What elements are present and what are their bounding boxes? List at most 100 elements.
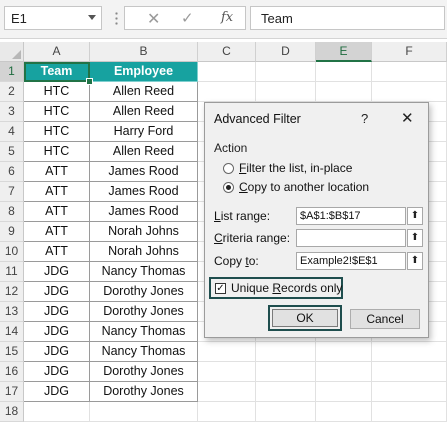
drag-handle[interactable] (115, 11, 118, 25)
unique-records-checkbox[interactable]: ✓ (215, 283, 226, 294)
cell-d1[interactable] (256, 62, 316, 82)
table-cell[interactable]: Allen Reed (90, 102, 198, 122)
criteria-range-collapse-icon[interactable]: ⬆ (407, 229, 423, 247)
table-cell[interactable]: Harry Ford (90, 122, 198, 142)
fill-handle[interactable] (86, 78, 93, 85)
cell-e17[interactable] (316, 382, 372, 402)
row-header-12[interactable]: 12 (0, 282, 24, 302)
row-header-16[interactable]: 16 (0, 362, 24, 382)
table-cell[interactable]: ATT (24, 242, 90, 262)
select-all-button[interactable] (0, 42, 24, 62)
list-range-collapse-icon[interactable]: ⬆ (407, 207, 423, 225)
row-header-6[interactable]: 6 (0, 162, 24, 182)
cell-e2[interactable] (316, 82, 372, 102)
table-cell[interactable]: Norah Johns (90, 222, 198, 242)
table-cell[interactable]: Nancy Thomas (90, 322, 198, 342)
cell-f18[interactable] (372, 402, 447, 422)
table-cell[interactable]: JDG (24, 342, 90, 362)
row-header-13[interactable]: 13 (0, 302, 24, 322)
table-cell[interactable]: HTC (24, 122, 90, 142)
column-header-d[interactable]: D (256, 42, 316, 62)
table-cell[interactable]: James Rood (90, 182, 198, 202)
row-header-15[interactable]: 15 (0, 342, 24, 362)
table-cell[interactable]: Dorothy Jones (90, 282, 198, 302)
cell-e18[interactable] (316, 402, 372, 422)
column-header-b[interactable]: B (90, 42, 198, 62)
table-cell[interactable]: ATT (24, 162, 90, 182)
cell-c16[interactable] (198, 362, 256, 382)
cell-e16[interactable] (316, 362, 372, 382)
cell-c17[interactable] (198, 382, 256, 402)
copy-to-location-radio[interactable] (223, 182, 234, 193)
row-header-18[interactable]: 18 (0, 402, 24, 422)
table-cell[interactable]: JDG (24, 382, 90, 402)
close-icon[interactable]: ✕ (401, 109, 414, 127)
table-cell[interactable]: HTC (24, 82, 90, 102)
row-header-10[interactable]: 10 (0, 242, 24, 262)
cell-e1[interactable] (316, 62, 372, 82)
table-cell[interactable]: Nancy Thomas (90, 342, 198, 362)
ok-button[interactable]: OK (272, 309, 338, 327)
table-cell[interactable]: JDG (24, 322, 90, 342)
table-header-cell[interactable]: Employee (90, 62, 198, 82)
table-cell[interactable]: Allen Reed (90, 82, 198, 102)
row-header-4[interactable]: 4 (0, 122, 24, 142)
cell-f17[interactable] (372, 382, 447, 402)
list-range-input[interactable]: $A$1:$B$17 (296, 207, 406, 225)
table-cell[interactable]: Allen Reed (90, 142, 198, 162)
chevron-down-icon[interactable] (88, 15, 96, 20)
table-cell[interactable]: ATT (24, 202, 90, 222)
row-header-11[interactable]: 11 (0, 262, 24, 282)
cell-d17[interactable] (256, 382, 316, 402)
insert-function-icon[interactable]: fx (221, 10, 233, 25)
row-header-1[interactable]: 1 (0, 62, 24, 82)
cell-c18[interactable] (198, 402, 256, 422)
cell-d18[interactable] (256, 402, 316, 422)
copy-to-collapse-icon[interactable]: ⬆ (407, 252, 423, 270)
cancel-icon[interactable]: ✕ (147, 9, 160, 29)
cell-d16[interactable] (256, 362, 316, 382)
table-header-cell[interactable]: Team (24, 62, 90, 82)
row-header-14[interactable]: 14 (0, 322, 24, 342)
row-header-3[interactable]: 3 (0, 102, 24, 122)
column-header-f[interactable]: F (372, 42, 447, 62)
table-cell[interactable]: ATT (24, 222, 90, 242)
table-cell[interactable]: James Rood (90, 202, 198, 222)
table-cell[interactable]: Dorothy Jones (90, 382, 198, 402)
cell-f2[interactable] (372, 82, 447, 102)
table-cell[interactable]: JDG (24, 302, 90, 322)
column-header-a[interactable]: A (24, 42, 90, 62)
cell-f16[interactable] (372, 362, 447, 382)
table-cell[interactable]: James Rood (90, 162, 198, 182)
table-cell[interactable]: HTC (24, 142, 90, 162)
cell-a18[interactable] (24, 402, 90, 422)
cell-f15[interactable] (372, 342, 447, 362)
copy-to-input[interactable]: Example2!$E$1 (296, 252, 406, 270)
table-cell[interactable]: Dorothy Jones (90, 362, 198, 382)
cell-d2[interactable] (256, 82, 316, 102)
table-cell[interactable]: HTC (24, 102, 90, 122)
cell-f1[interactable] (372, 62, 447, 82)
cell-e15[interactable] (316, 342, 372, 362)
filter-in-place-label[interactable]: Filter the list, in-place (239, 161, 352, 175)
criteria-range-input[interactable] (296, 229, 406, 247)
cell-c15[interactable] (198, 342, 256, 362)
checkmark-icon[interactable]: ✓ (181, 9, 194, 27)
column-header-e[interactable]: E (316, 42, 372, 62)
filter-in-place-radio[interactable] (223, 163, 234, 174)
row-header-7[interactable]: 7 (0, 182, 24, 202)
table-cell[interactable]: JDG (24, 282, 90, 302)
table-cell[interactable]: ATT (24, 182, 90, 202)
cell-c2[interactable] (198, 82, 256, 102)
formula-input[interactable]: Team (250, 6, 445, 30)
table-cell[interactable]: JDG (24, 262, 90, 282)
row-header-2[interactable]: 2 (0, 82, 24, 102)
copy-to-location-label[interactable]: Copy to another location (239, 180, 369, 194)
cell-d15[interactable] (256, 342, 316, 362)
cell-c1[interactable] (198, 62, 256, 82)
row-header-8[interactable]: 8 (0, 202, 24, 222)
unique-records-label[interactable]: Unique Records only (231, 281, 342, 295)
help-icon[interactable]: ? (361, 111, 368, 126)
table-cell[interactable]: Norah Johns (90, 242, 198, 262)
table-cell[interactable]: JDG (24, 362, 90, 382)
